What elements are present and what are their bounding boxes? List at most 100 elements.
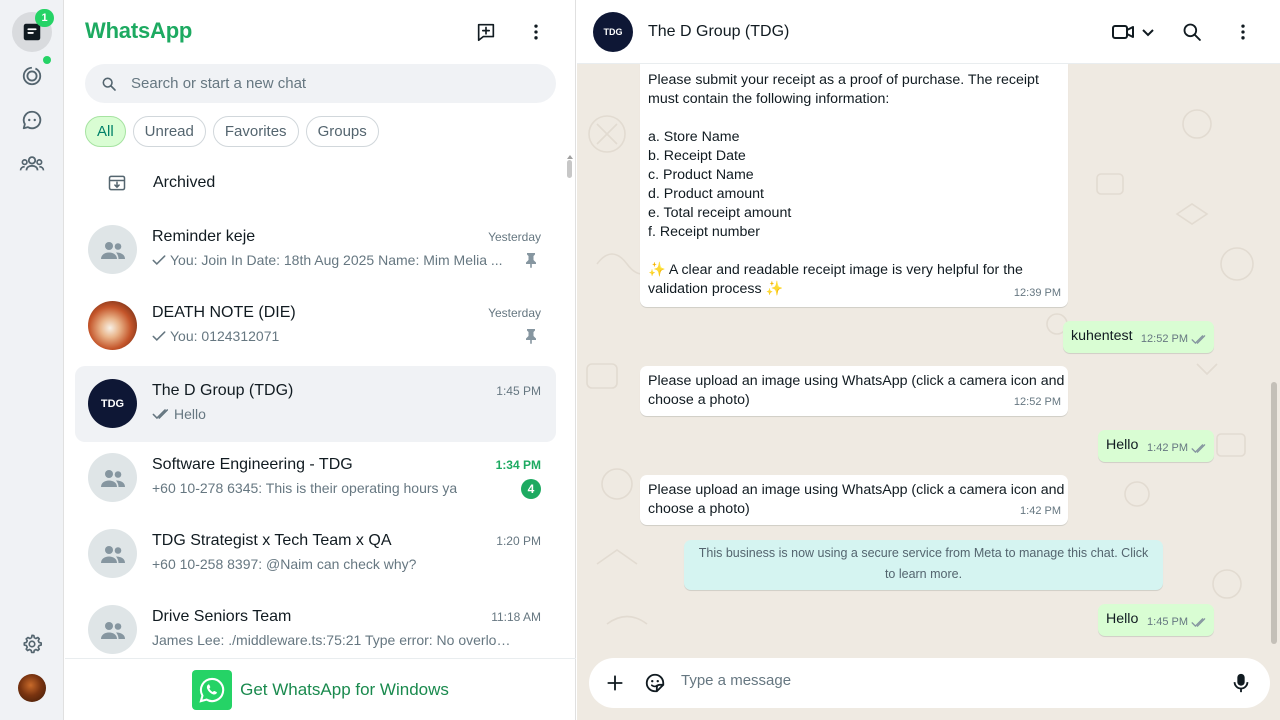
- avatar-text: TDG: [603, 27, 623, 37]
- chat-preview: James Lee: ./middleware.ts:75:21 Type er…: [152, 632, 512, 648]
- incoming-message[interactable]: Please submit your receipt as a proof of…: [640, 64, 1068, 307]
- microphone-icon: [1233, 673, 1249, 693]
- status-icon: [22, 66, 42, 86]
- filter-all[interactable]: All: [85, 116, 126, 147]
- new-chat-icon: [477, 23, 495, 42]
- search-box[interactable]: [85, 64, 556, 103]
- outgoing-message[interactable]: Hello 1:42 PM: [1098, 430, 1214, 462]
- read-receipt-icon: [1191, 618, 1206, 628]
- archived-row[interactable]: Archived: [75, 160, 556, 206]
- group-avatar: [88, 529, 137, 578]
- chat-time: 11:18 AM: [491, 610, 541, 624]
- menu-button[interactable]: [520, 16, 552, 48]
- conversation-header[interactable]: TDG The D Group (TDG): [577, 0, 1280, 64]
- filter-favorites[interactable]: Favorites: [212, 116, 299, 147]
- chat-preview-text: +60 10-258 8397: @Naim can check why?: [152, 556, 417, 572]
- profile-avatar[interactable]: [18, 674, 46, 702]
- channels-icon: [22, 110, 42, 130]
- read-receipt-icon: [1191, 444, 1206, 454]
- sticker-button[interactable]: [639, 667, 671, 699]
- conversation-pane: TDG The D Group (TDG) Please submit your…: [577, 0, 1280, 720]
- chat-list-panel: WhatsApp All Unread Favorites Groups Arc…: [65, 0, 576, 720]
- single-check-icon: [152, 331, 166, 342]
- message-time: 1:42 PM: [1020, 505, 1061, 517]
- chat-photo-avatar: [88, 301, 137, 350]
- chat-time: Yesterday: [488, 230, 541, 244]
- conversation-title[interactable]: The D Group (TDG): [648, 23, 789, 41]
- read-receipt-icon: [1191, 335, 1206, 345]
- chat-name: The D Group (TDG): [152, 382, 294, 399]
- get-app-banner[interactable]: Get WhatsApp for Windows: [65, 658, 576, 720]
- chat-time: 1:45 PM: [496, 384, 541, 398]
- incoming-message[interactable]: Please upload an image using WhatsApp (c…: [640, 366, 1068, 416]
- attach-button[interactable]: [599, 667, 631, 699]
- channels-nav-button[interactable]: [12, 100, 52, 140]
- message-text: Hello: [1106, 611, 1139, 627]
- conversation-scrollbar[interactable]: [1271, 382, 1277, 644]
- plus-icon: [607, 675, 623, 691]
- filter-groups[interactable]: Groups: [305, 116, 379, 147]
- chat-preview-text: James Lee: ./middleware.ts:75:21 Type er…: [152, 632, 512, 648]
- conversation-menu-button[interactable]: [1227, 16, 1259, 48]
- search-messages-button[interactable]: [1176, 16, 1208, 48]
- search-input[interactable]: [131, 75, 531, 92]
- group-avatar: [88, 605, 137, 654]
- chat-item-tdg-strategist[interactable]: TDG Strategist x Tech Team x QA 1:20 PM …: [75, 516, 556, 592]
- group-icon: [100, 621, 125, 639]
- tdg-logo-avatar[interactable]: TDG: [593, 12, 633, 52]
- message-text: Hello: [1106, 437, 1139, 453]
- filter-unread[interactable]: Unread: [132, 116, 206, 147]
- chat-name: Software Engineering - TDG: [152, 456, 353, 473]
- video-camera-icon: [1112, 25, 1134, 39]
- message-time: 1:45 PM: [1147, 616, 1188, 628]
- pin-icon: [524, 328, 538, 349]
- group-avatar: [88, 453, 137, 502]
- more-vertical-icon: [1241, 24, 1245, 40]
- chat-name: DEATH NOTE (DIE): [152, 304, 296, 321]
- video-call-button[interactable]: [1107, 16, 1159, 48]
- outgoing-message[interactable]: kuhentest 12:52 PM: [1063, 321, 1214, 353]
- outgoing-message[interactable]: Hello 1:45 PM: [1098, 604, 1214, 636]
- message-time: 1:42 PM: [1147, 442, 1188, 454]
- chat-item-reminder-keje[interactable]: Reminder keje Yesterday You: Join In Dat…: [75, 212, 556, 288]
- chevron-down-icon: [1142, 29, 1154, 37]
- message-time: 12:52 PM: [1013, 396, 1061, 408]
- status-new-dot: [43, 56, 51, 64]
- message-text: Please submit your receipt as a proof of…: [648, 72, 1039, 297]
- chat-name: Reminder keje: [152, 228, 256, 245]
- encryption-notice[interactable]: This business is now using a secure serv…: [684, 540, 1163, 590]
- list-scrollbar[interactable]: [567, 160, 572, 178]
- voice-message-button[interactable]: [1225, 667, 1257, 699]
- incoming-message[interactable]: Please upload an image using WhatsApp (c…: [640, 475, 1068, 525]
- group-icon: [100, 469, 125, 487]
- whatsapp-logo-icon: [192, 669, 233, 710]
- unread-count-badge: 4: [521, 479, 541, 499]
- chat-name: Drive Seniors Team: [152, 608, 292, 625]
- chat-item-the-d-group[interactable]: TDG The D Group (TDG) 1:45 PM Hello: [75, 366, 556, 442]
- search-icon: [1183, 23, 1201, 41]
- chat-preview: You: 0124312071: [152, 328, 512, 344]
- chat-item-drive-seniors[interactable]: Drive Seniors Team 11:18 AM James Lee: .…: [75, 592, 556, 668]
- message-time: 12:39 PM: [1013, 287, 1061, 299]
- pin-icon: [524, 252, 538, 273]
- communities-icon: [19, 156, 45, 171]
- chat-preview: +60 10-278 6345: This is their operating…: [152, 480, 512, 496]
- chat-item-software-engineering[interactable]: Software Engineering - TDG 1:34 PM +60 1…: [75, 440, 556, 516]
- chat-time: 1:20 PM: [496, 534, 541, 548]
- chat-time: Yesterday: [488, 306, 541, 320]
- new-chat-button[interactable]: [470, 16, 502, 48]
- message-input[interactable]: [681, 672, 1201, 689]
- list-scroll-up-arrow[interactable]: [567, 155, 573, 159]
- chat-preview-text: Hello: [174, 406, 206, 422]
- message-composer: [589, 658, 1270, 708]
- archived-label: Archived: [153, 174, 216, 191]
- chat-preview-text: +60 10-278 6345: This is their operating…: [152, 480, 458, 496]
- settings-nav-button[interactable]: [12, 624, 52, 664]
- communities-nav-button[interactable]: [12, 144, 52, 184]
- sticker-icon: [645, 673, 665, 693]
- app-title: WhatsApp: [85, 18, 193, 43]
- chat-item-death-note[interactable]: DEATH NOTE (DIE) Yesterday You: 01243120…: [75, 288, 556, 364]
- chat-time: 1:34 PM: [495, 458, 541, 472]
- nav-rail: 1: [0, 0, 64, 720]
- message-text: Please upload an image using WhatsApp (c…: [648, 482, 1069, 517]
